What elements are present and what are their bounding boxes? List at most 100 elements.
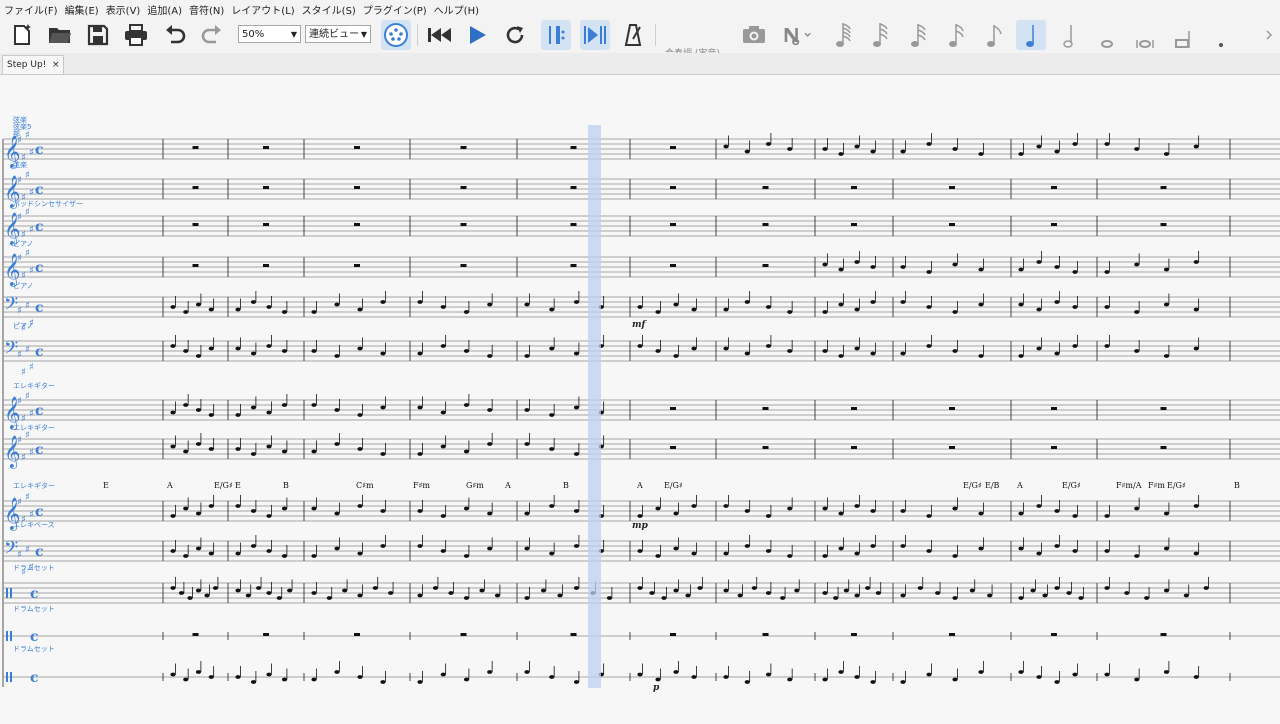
score-tab-bar: Step Up! × <box>0 53 1280 75</box>
toolbar-scroll-right-icon[interactable] <box>1258 20 1280 50</box>
menu-file[interactable]: ファイル(F) <box>0 2 61 17</box>
note-16th-icon[interactable] <box>942 20 972 50</box>
instrument-name-drumset: ドラムセット <box>13 564 55 572</box>
chord-symbol[interactable]: A <box>637 481 643 490</box>
note-64th-icon[interactable] <box>866 20 896 50</box>
chord-symbol[interactable]: E/G♯ <box>1167 481 1186 490</box>
chord-symbol[interactable]: A <box>167 481 173 490</box>
note-head <box>765 305 772 309</box>
note-eighth-icon[interactable] <box>980 20 1010 50</box>
note-head <box>1183 593 1189 598</box>
note-head <box>1072 549 1078 553</box>
note-head <box>952 147 958 151</box>
note-head <box>822 506 828 511</box>
note-head <box>900 680 906 684</box>
midi-input-icon[interactable] <box>381 20 411 50</box>
note-head <box>978 354 984 358</box>
note-half-icon[interactable] <box>1054 20 1084 50</box>
note-head <box>432 586 439 590</box>
note-longa-icon[interactable] <box>1168 20 1198 50</box>
chord-symbol[interactable]: B <box>1234 481 1240 490</box>
loop-in-icon[interactable] <box>541 20 571 50</box>
instrument-name-electric-guitar: エレキギター <box>13 382 55 390</box>
dynamic-marking[interactable]: p <box>653 683 659 693</box>
play-icon[interactable] <box>462 20 492 50</box>
rewind-icon[interactable] <box>424 20 454 50</box>
note-128th-icon[interactable] <box>829 20 859 50</box>
instrument-name-piano-2: ピアノ <box>13 282 34 290</box>
view-mode-select[interactable]: 連続ビュー ▼ <box>305 25 371 43</box>
close-icon[interactable]: × <box>52 56 60 74</box>
image-capture-icon[interactable] <box>739 20 769 50</box>
menu-edit[interactable]: 編集(E) <box>61 2 102 17</box>
note-head <box>1134 310 1140 314</box>
open-file-icon[interactable] <box>45 20 75 50</box>
time-signature: c <box>35 344 44 360</box>
chord-symbol[interactable]: F♯m <box>1148 481 1165 490</box>
whole-rest <box>762 446 769 449</box>
note-head <box>1036 260 1042 264</box>
dynamic-marking[interactable]: mp <box>632 521 648 531</box>
print-icon[interactable] <box>121 20 151 50</box>
menu-layout[interactable]: レイアウト(L) <box>227 2 297 17</box>
note-head <box>183 554 189 558</box>
note-head <box>691 307 697 312</box>
metronome-icon[interactable] <box>618 20 648 50</box>
note-whole-icon[interactable] <box>1092 20 1122 50</box>
note-quarter-icon[interactable] <box>1016 20 1046 50</box>
augmentation-dot-icon[interactable] <box>1206 20 1236 50</box>
menu-view[interactable]: 表示(V) <box>102 2 144 17</box>
note-input-icon[interactable] <box>782 20 812 50</box>
note-head <box>195 546 202 551</box>
undo-icon[interactable] <box>160 20 190 50</box>
menu-style[interactable]: スタイル(S) <box>298 2 359 17</box>
score-canvas[interactable]: 𝄞 ♯ ♯ ♯ ♯ c 𝄞 ♯ ♯ ♯ ♯ c 𝄞 ♯ ♯ ♯ ♯ c 𝄞 ♯ ♯ ♯ ♯ c 𝄢 ♯ ♯ ♯ ♯ c 𝄢 ♯ ♯ ♯ ♯ c 𝄞 ♯ ♯ ♯… <box>0 75 1280 720</box>
note-head <box>1018 546 1024 551</box>
note-head <box>208 307 214 312</box>
chord-symbol[interactable]: A <box>505 481 511 490</box>
chord-symbol[interactable]: A <box>1017 481 1023 490</box>
chord-symbol[interactable]: E <box>103 481 109 490</box>
note-32nd-icon[interactable] <box>904 20 934 50</box>
chord-symbol[interactable]: C♯m <box>356 481 374 490</box>
chord-symbol[interactable]: E/G♯ <box>214 481 233 490</box>
chord-symbol[interactable]: B <box>283 481 289 490</box>
chord-symbol[interactable]: F♯m/A <box>1116 481 1141 490</box>
chord-symbol[interactable]: F♯m <box>413 481 430 490</box>
menu-help[interactable]: ヘルプ(H) <box>430 2 482 17</box>
note-head <box>1193 551 1199 556</box>
note-head <box>417 680 423 684</box>
chord-symbol[interactable]: B <box>563 481 569 490</box>
zoom-select[interactable]: 50% ▼ <box>238 25 301 43</box>
chord-symbol[interactable]: E/G♯ <box>664 481 683 490</box>
save-icon[interactable] <box>83 20 113 50</box>
note-head <box>479 588 485 593</box>
dynamic-marking[interactable]: mf <box>632 320 645 330</box>
chevron-down-icon: ▼ <box>360 30 367 39</box>
note-head <box>780 596 786 600</box>
note-head <box>1104 549 1110 553</box>
chord-symbol[interactable]: G♯m <box>466 481 484 490</box>
instrument-name-drumset-2: ドラムセット <box>13 605 55 613</box>
score-tab[interactable]: Step Up! × <box>2 55 64 74</box>
chord-symbol[interactable]: E/G♯ <box>963 481 982 490</box>
menu-notes[interactable]: 音符(N) <box>185 2 227 17</box>
whole-rest <box>354 186 360 189</box>
menu-add[interactable]: 追加(A) <box>143 2 185 17</box>
note-head <box>969 588 975 593</box>
new-score-icon[interactable] <box>7 20 37 50</box>
chord-symbol[interactable]: E/G♯ <box>1062 481 1081 490</box>
loop-icon[interactable] <box>500 20 530 50</box>
loop-out-icon[interactable] <box>580 20 610 50</box>
chord-symbol[interactable]: E <box>235 481 241 490</box>
note-head <box>334 511 340 516</box>
note-head <box>637 672 643 677</box>
redo-icon[interactable] <box>197 20 227 50</box>
menu-plugins[interactable]: プラグイン(P) <box>359 2 430 17</box>
note-head <box>1203 586 1209 590</box>
note-head <box>311 591 317 595</box>
chord-symbol[interactable]: E/B <box>985 481 999 490</box>
note-breve-icon[interactable] <box>1130 20 1160 50</box>
key-signature-sharp: ♯ <box>21 414 26 425</box>
note-head <box>900 300 906 304</box>
